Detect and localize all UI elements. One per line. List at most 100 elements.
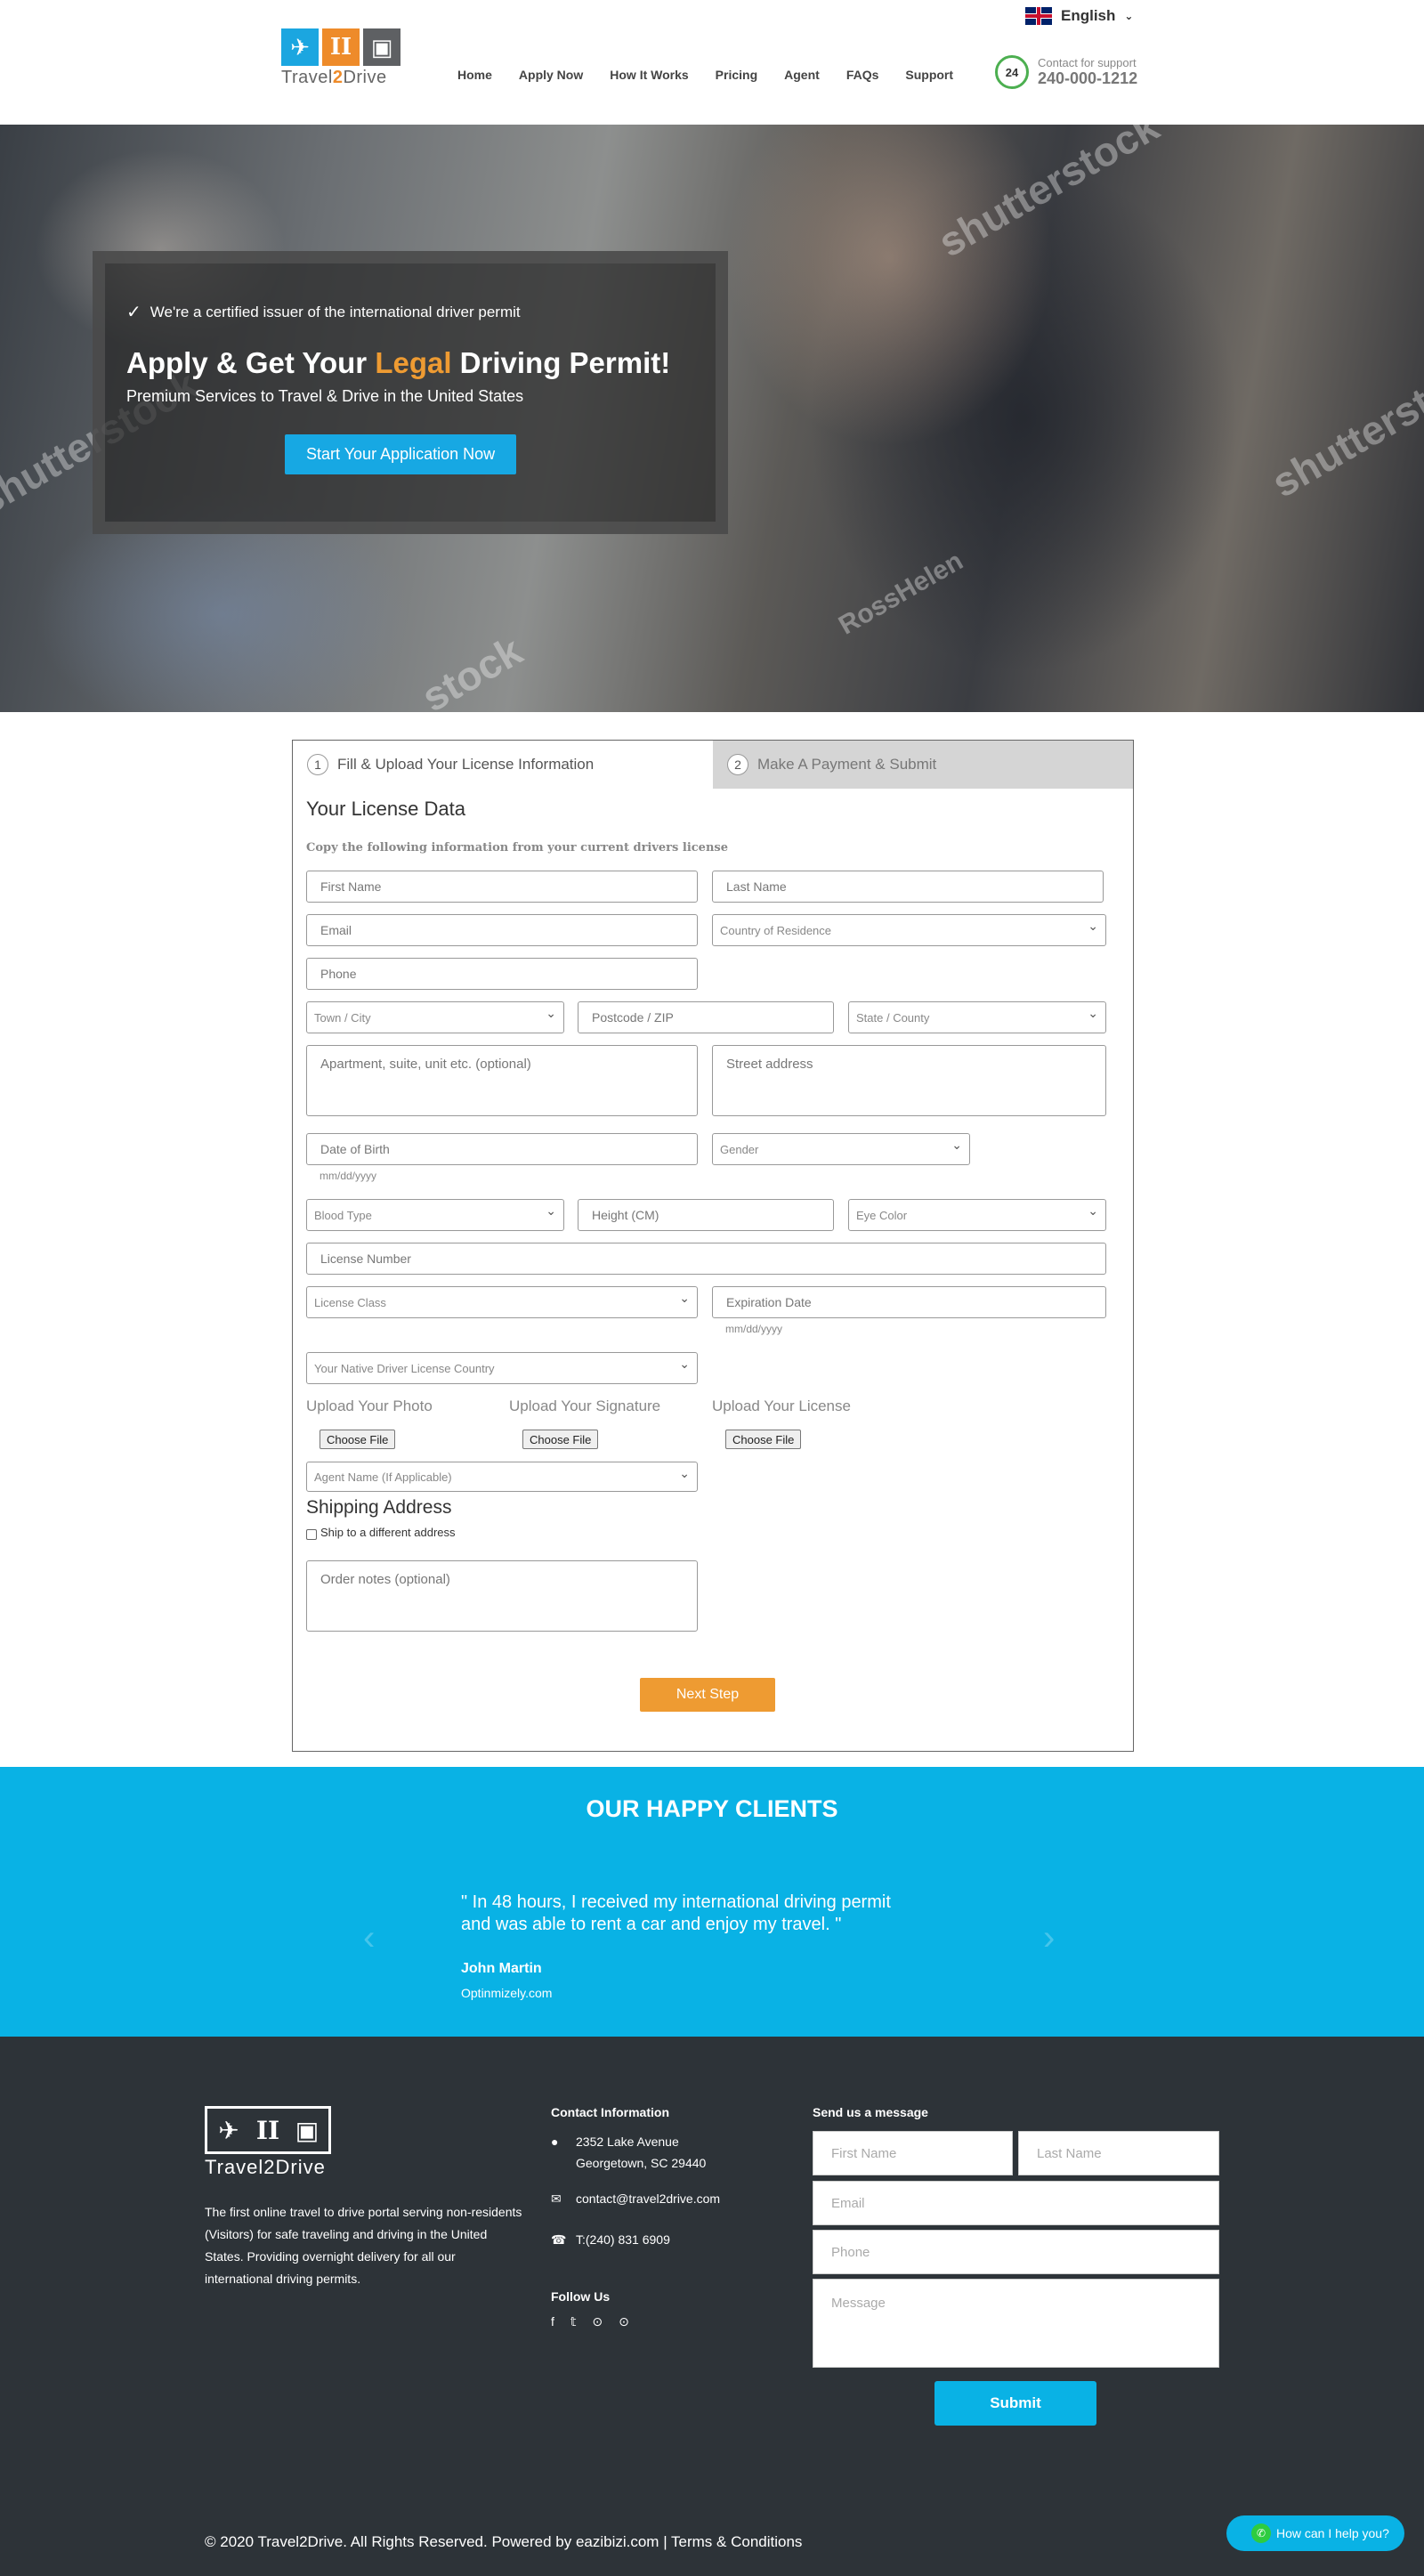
- apartment-field[interactable]: Apartment, suite, unit etc. (optional): [306, 1045, 698, 1116]
- follow-us-title: Follow Us: [551, 2289, 611, 2304]
- shipping-address-title: Shipping Address: [306, 1497, 452, 1518]
- hero-banner: shutterstock shutterstock shutterst Ross…: [0, 125, 1424, 712]
- hero-card: ✓ We're a certified issuer of the intern…: [93, 251, 728, 534]
- airplane-icon: ✈: [281, 28, 319, 66]
- footer-phone-field[interactable]: Phone: [813, 2230, 1219, 2274]
- country-select[interactable]: Country of Residence: [712, 914, 1106, 946]
- step-number: 1: [307, 754, 328, 775]
- postcode-field[interactable]: Postcode / ZIP: [578, 1001, 834, 1033]
- footer-phone[interactable]: ☎ T:(240) 831 6909: [551, 2229, 670, 2250]
- next-step-button[interactable]: Next Step: [640, 1678, 775, 1712]
- testimonial-quote: " In 48 hours, I received my internation…: [461, 1892, 891, 1934]
- whatsapp-label: How can I help you?: [1276, 2526, 1389, 2540]
- language-label: English: [1061, 7, 1116, 24]
- nav-apply-now[interactable]: Apply Now: [519, 68, 583, 82]
- blood-type-select[interactable]: Blood Type: [306, 1199, 564, 1231]
- road-icon: II: [322, 28, 360, 66]
- road-icon: II: [255, 2115, 280, 2145]
- site-footer: ✈ II ▣ Travel2Drive The first online tra…: [0, 2037, 1424, 2576]
- nav-support[interactable]: Support: [905, 68, 953, 82]
- certified-line: ✓ We're a certified issuer of the intern…: [126, 301, 694, 323]
- upload-photo-label: Upload Your Photo: [306, 1397, 433, 1414]
- footer-email-field[interactable]: Email: [813, 2181, 1219, 2225]
- start-application-button[interactable]: Start Your Application Now: [285, 434, 517, 474]
- site-logo[interactable]: ✈ II ▣ Travel2Drive: [281, 28, 404, 93]
- email-field[interactable]: Email: [306, 914, 698, 946]
- form-title: Your License Data: [306, 798, 465, 820]
- nav-pricing[interactable]: Pricing: [716, 68, 757, 82]
- ship-different-option[interactable]: Ship to a different address: [306, 1524, 456, 1540]
- phone-field[interactable]: Phone: [306, 958, 698, 990]
- certified-text: We're a certified issuer of the internat…: [150, 303, 521, 320]
- facebook-icon[interactable]: f: [551, 2314, 554, 2329]
- footer-about: The first online travel to drive portal …: [205, 2205, 522, 2286]
- town-select[interactable]: Town / City: [306, 1001, 564, 1033]
- footer-last-name-field[interactable]: Last Name: [1018, 2131, 1219, 2175]
- footer-first-name-field[interactable]: First Name: [813, 2131, 1013, 2175]
- testimonial-author: John Martin: [461, 1961, 542, 1976]
- choose-license-button[interactable]: Choose File: [725, 1430, 802, 1449]
- address-line-2: Georgetown, SC 29440: [576, 2156, 707, 2170]
- tab-step-2[interactable]: 2 Make A Payment & Submit: [713, 741, 1133, 789]
- native-license-country-select[interactable]: Your Native Driver License Country: [306, 1352, 698, 1384]
- ship-different-checkbox[interactable]: [306, 1529, 317, 1540]
- eye-color-select[interactable]: Eye Color: [848, 1199, 1106, 1231]
- footer-message-field[interactable]: Message: [813, 2279, 1219, 2368]
- map-pin-icon: ●: [551, 2135, 559, 2149]
- street-address-field[interactable]: Street address: [712, 1045, 1106, 1116]
- chevron-right-icon[interactable]: ›: [1043, 1918, 1055, 1958]
- site-header: English ⌄ ✈ II ▣ Travel2Drive Home Apply…: [0, 0, 1424, 125]
- license-form: 1 Fill & Upload Your License Information…: [292, 740, 1134, 1752]
- copyright-text: © 2020 Travel2Drive. All Rights Reserved…: [205, 2533, 803, 2550]
- license-class-select[interactable]: License Class: [306, 1286, 698, 1318]
- send-message-title: Send us a message: [813, 2105, 928, 2119]
- social-links: f 𝕥 ⊙ ⊙: [551, 2314, 629, 2329]
- form-hint: Copy the following information from your…: [306, 841, 728, 855]
- license-number-field[interactable]: License Number: [306, 1243, 1106, 1275]
- gender-select[interactable]: Gender: [712, 1133, 970, 1165]
- footer-submit-button[interactable]: Submit: [934, 2381, 1096, 2426]
- support-24-icon: 24: [995, 55, 1029, 89]
- choose-photo-button[interactable]: Choose File: [320, 1430, 396, 1449]
- support-label: Contact for support: [1038, 56, 1137, 69]
- last-name-field[interactable]: Last Name: [712, 871, 1104, 903]
- state-select[interactable]: State / County: [848, 1001, 1106, 1033]
- step-number: 2: [727, 754, 748, 775]
- check-icon: ✓: [126, 303, 142, 322]
- language-selector[interactable]: English ⌄: [1025, 7, 1133, 25]
- uk-flag-icon: [1025, 7, 1052, 25]
- chevron-left-icon[interactable]: ‹: [363, 1918, 375, 1958]
- nav-home[interactable]: Home: [457, 68, 492, 82]
- twitter-icon[interactable]: 𝕥: [570, 2314, 577, 2329]
- footer-phone-text: T:(240) 831 6909: [576, 2232, 670, 2247]
- form-steps: 1 Fill & Upload Your License Information…: [293, 741, 1133, 789]
- chevron-down-icon: ⌄: [1124, 10, 1134, 22]
- whatsapp-chat-button[interactable]: ✆ How can I help you?: [1226, 2515, 1404, 2551]
- main-nav: Home Apply Now How It Works Pricing Agen…: [457, 68, 953, 82]
- dribbble-icon[interactable]: ⊙: [592, 2314, 603, 2329]
- first-name-field[interactable]: First Name: [306, 871, 698, 903]
- choose-signature-button[interactable]: Choose File: [522, 1430, 599, 1449]
- tab-step-1[interactable]: 1 Fill & Upload Your License Information: [293, 741, 713, 789]
- hero-subtitle: Premium Services to Travel & Drive in th…: [126, 387, 524, 405]
- pinterest-icon[interactable]: ⊙: [619, 2314, 629, 2329]
- footer-logo[interactable]: ✈ II ▣ Travel2Drive: [205, 2106, 331, 2179]
- nav-agent[interactable]: Agent: [784, 68, 820, 82]
- height-field[interactable]: Height (CM): [578, 1199, 834, 1231]
- logo-text: Travel2Drive: [281, 68, 387, 87]
- expiration-date-field[interactable]: Expiration Date: [712, 1286, 1106, 1318]
- ship-different-label: Ship to a different address: [320, 1525, 456, 1539]
- footer-logo-text: Travel2Drive: [205, 2156, 326, 2178]
- address-line-1: 2352 Lake Avenue: [576, 2135, 679, 2149]
- date-of-birth-field[interactable]: Date of Birth: [306, 1133, 698, 1165]
- car-icon: ▣: [363, 28, 400, 66]
- footer-email[interactable]: ✉ contact@travel2drive.com: [551, 2188, 720, 2209]
- nav-how-it-works[interactable]: How It Works: [610, 68, 688, 82]
- hero-title: Apply & Get Your Legal Driving Permit!: [126, 346, 671, 379]
- nav-faqs[interactable]: FAQs: [846, 68, 879, 82]
- order-notes-field[interactable]: Order notes (optional): [306, 1560, 698, 1632]
- testimonial-company: Optinmizely.com: [461, 1986, 553, 2000]
- agent-name-select[interactable]: Agent Name (If Applicable): [306, 1462, 698, 1492]
- support-contact[interactable]: 24 Contact for support 240-000-1212: [995, 55, 1137, 89]
- upload-signature-label: Upload Your Signature: [509, 1397, 661, 1414]
